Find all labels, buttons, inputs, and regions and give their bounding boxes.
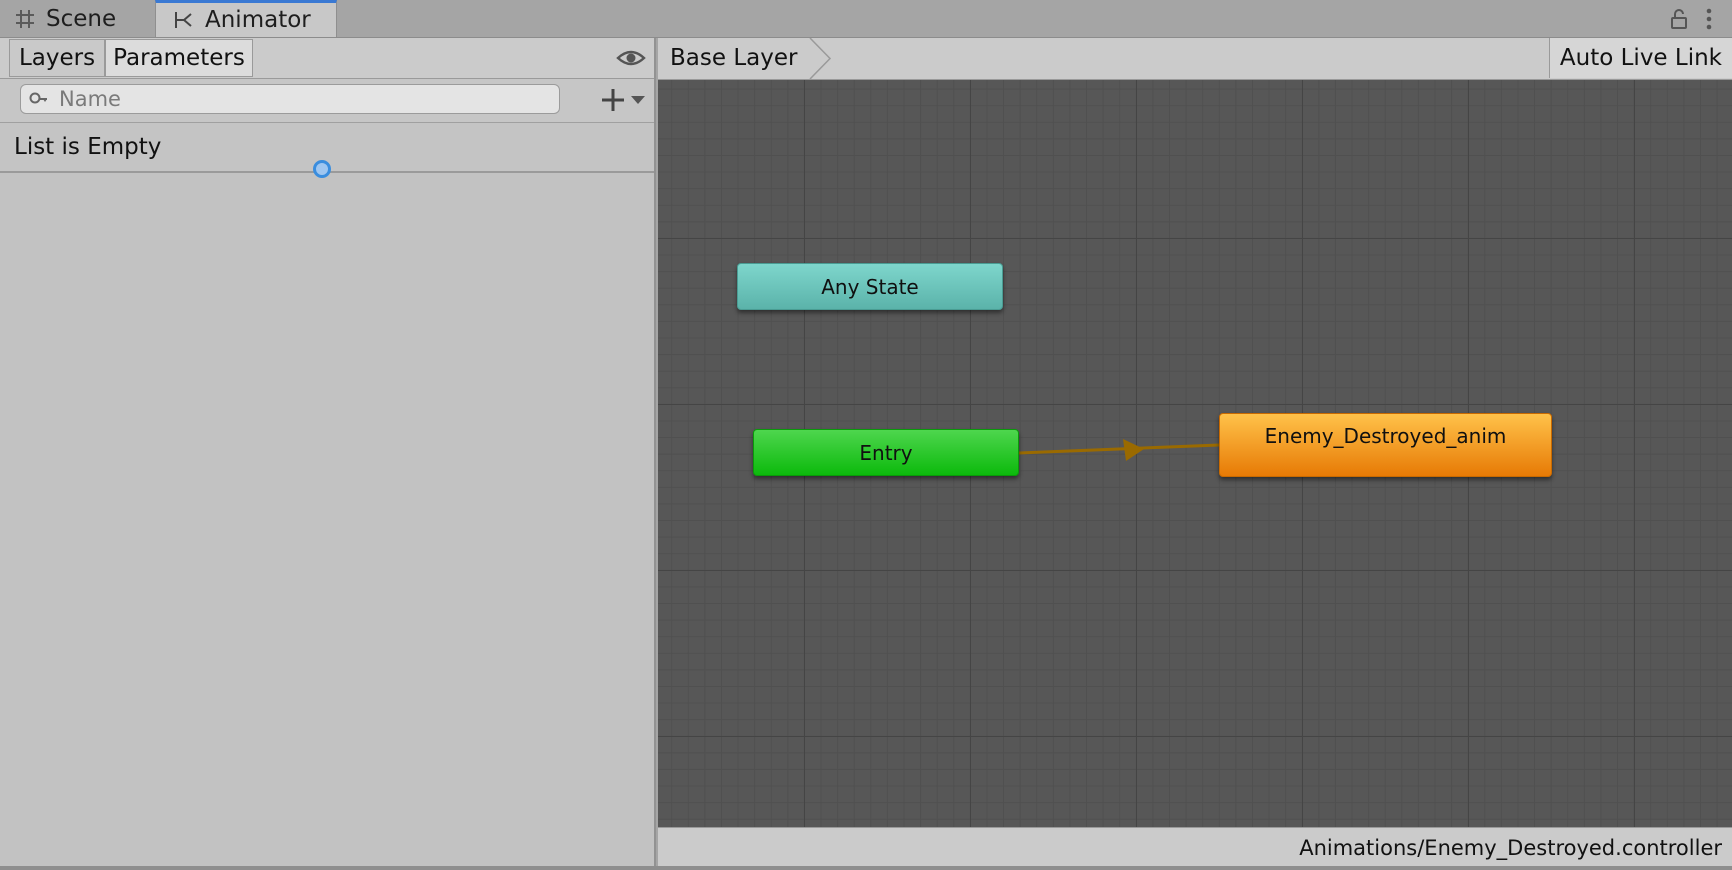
- grid-icon: [16, 9, 34, 28]
- tab-layers-label: Layers: [18, 45, 96, 71]
- parameter-list: List is Empty: [0, 123, 654, 178]
- tab-scene[interactable]: Scene: [12, 0, 152, 37]
- status-bar: Animations/Enemy_Destroyed.controller: [658, 827, 1732, 867]
- default-state-label: Enemy_Destroyed_anim: [1264, 424, 1507, 448]
- controller-path: Animations/Enemy_Destroyed.controller: [1299, 835, 1722, 860]
- chevron-down-icon: [631, 96, 645, 104]
- tab-layers[interactable]: Layers: [9, 39, 105, 77]
- eye-icon[interactable]: [616, 46, 646, 70]
- breadcrumb: Base Layer Auto Live Link: [658, 38, 1732, 80]
- tab-parameters[interactable]: Parameters: [105, 39, 253, 77]
- transition-arrow-icon: [1123, 439, 1144, 461]
- breadcrumb-label: Base Layer: [670, 45, 798, 71]
- graph-panel: Base Layer Auto Live Link Any State Entr…: [658, 38, 1732, 870]
- any-state-node[interactable]: Any State: [737, 263, 1003, 310]
- breadcrumb-base-layer[interactable]: Base Layer: [658, 38, 826, 78]
- search-field: [20, 84, 560, 114]
- breadcrumb-separator-icon: [809, 38, 832, 79]
- window-tab-strip: Scene Animator: [0, 0, 1732, 38]
- tab-scene-label: Scene: [46, 5, 117, 32]
- more-options-icon[interactable]: [1706, 8, 1712, 30]
- parameters-panel: Layers Parameters Name List is Empty: [0, 38, 656, 866]
- entry-node[interactable]: Entry: [753, 429, 1019, 476]
- plus-icon: [602, 89, 624, 111]
- auto-live-link-label: Auto Live Link: [1559, 45, 1722, 71]
- entry-label: Entry: [859, 440, 913, 465]
- lock-icon[interactable]: [1670, 9, 1688, 29]
- tab-animator[interactable]: Animator: [155, 0, 337, 37]
- any-state-label: Any State: [821, 274, 919, 299]
- loading-indicator-icon: [313, 160, 331, 178]
- empty-list-message: List is Empty: [14, 134, 162, 160]
- search-row: [0, 79, 654, 123]
- panel-tabs: Layers Parameters: [0, 38, 654, 79]
- add-parameter-button[interactable]: [600, 86, 646, 114]
- tab-parameters-label: Parameters: [113, 45, 245, 71]
- auto-live-link-button[interactable]: Auto Live Link: [1548, 38, 1732, 78]
- search-icon: [29, 92, 47, 104]
- default-state-node[interactable]: Enemy_Destroyed_anim: [1219, 413, 1552, 477]
- tab-animator-label: Animator: [205, 7, 311, 33]
- window-bottom-border: [0, 866, 1732, 870]
- transition-entry-to-default[interactable]: [1018, 443, 1220, 455]
- search-input[interactable]: [57, 86, 541, 112]
- state-machine-graph[interactable]: Any State Entry Enemy_Destroyed_anim: [658, 80, 1732, 827]
- animator-icon: [175, 12, 192, 28]
